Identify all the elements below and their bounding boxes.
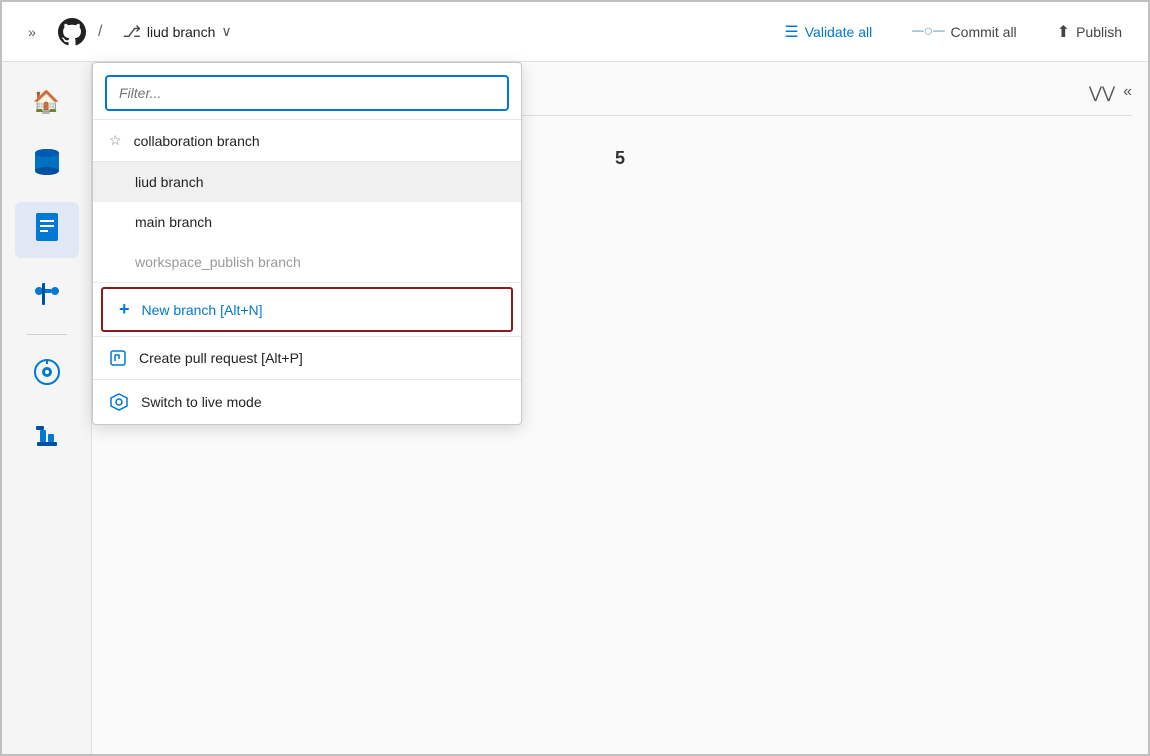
- sidebar-item-analytics[interactable]: [15, 347, 79, 403]
- branch-item-main[interactable]: main branch: [93, 202, 521, 242]
- sidebar-item-database[interactable]: [15, 138, 79, 194]
- plus-icon: +: [119, 299, 130, 320]
- publish-icon: ⬆: [1057, 22, 1070, 42]
- divider-3: [93, 282, 521, 283]
- validate-label: Validate all: [805, 24, 872, 40]
- sidebar-divider: [27, 334, 67, 335]
- database-icon: [33, 147, 61, 186]
- commit-icon: ─○─: [912, 23, 944, 41]
- path-separator: /: [98, 23, 102, 41]
- collapse-icons: ⋁⋁ «: [1089, 83, 1132, 103]
- sidebar-item-tools[interactable]: [15, 411, 79, 467]
- expand-icon: »: [28, 24, 36, 40]
- filter-input[interactable]: [105, 75, 509, 111]
- commit-label: Commit all: [951, 24, 1017, 40]
- chevron-down-icon: ∨: [221, 23, 231, 40]
- filter-wrapper: [93, 63, 521, 119]
- branch-name-label: liud branch: [147, 24, 216, 40]
- pull-request-icon: [109, 349, 127, 367]
- publish-button[interactable]: ⬆ Publish: [1047, 16, 1132, 48]
- validate-icon: ☰: [784, 22, 798, 42]
- documents-icon: [34, 212, 60, 248]
- branch-item-liud[interactable]: liud branch: [93, 162, 521, 202]
- top-bar-actions: ☰ Validate all ─○─ Commit all ⬆ Publish: [774, 16, 1132, 48]
- live-mode-item[interactable]: Switch to live mode: [93, 380, 521, 424]
- sidebar-item-pipeline[interactable]: [15, 266, 79, 322]
- analytics-icon: [33, 358, 61, 392]
- pull-request-item[interactable]: Create pull request [Alt+P]: [93, 337, 521, 379]
- sidebar-item-home[interactable]: 🏠: [15, 74, 79, 130]
- top-bar: » / ⎇ liud branch ∨ ☰ Validate all ─○─ C…: [2, 2, 1148, 62]
- branch-item-liud-label: liud branch: [135, 174, 204, 190]
- star-icon: ☆: [109, 132, 122, 149]
- branch-item-collaboration[interactable]: ☆ collaboration branch: [93, 120, 521, 161]
- live-mode-label: Switch to live mode: [141, 394, 262, 410]
- branch-icon: ⎇: [122, 22, 140, 42]
- commit-all-button[interactable]: ─○─ Commit all: [902, 17, 1026, 47]
- branch-item-workspace-publish-label: workspace_publish branch: [135, 254, 301, 270]
- collapse-single-icon[interactable]: «: [1123, 83, 1132, 103]
- sidebar-item-documents[interactable]: [15, 202, 79, 258]
- branch-item-workspace-publish[interactable]: workspace_publish branch: [93, 242, 521, 282]
- publish-label: Publish: [1076, 24, 1122, 40]
- branch-dropdown: ☆ collaboration branch liud branch main …: [92, 62, 522, 425]
- validate-all-button[interactable]: ☰ Validate all: [774, 16, 882, 48]
- app-container: » / ⎇ liud branch ∨ ☰ Validate all ─○─ C…: [0, 0, 1150, 756]
- pull-request-label: Create pull request [Alt+P]: [139, 350, 303, 366]
- count-badge: 5: [615, 148, 625, 169]
- collapse-double-icon[interactable]: ⋁⋁: [1089, 83, 1115, 103]
- live-mode-icon: [109, 392, 129, 412]
- pipeline-icon: [33, 277, 61, 311]
- github-icon: [58, 18, 86, 46]
- sidebar: 🏠: [2, 62, 92, 754]
- new-branch-item[interactable]: + New branch [Alt+N]: [101, 287, 513, 332]
- expand-sidebar-button[interactable]: »: [18, 18, 46, 46]
- tools-icon: [33, 422, 61, 456]
- main-content: 🏠: [2, 62, 1148, 754]
- home-icon: 🏠: [33, 89, 60, 115]
- new-branch-label: New branch [Alt+N]: [142, 302, 263, 318]
- branch-selector[interactable]: ⎇ liud branch ∨: [114, 18, 239, 46]
- branch-item-main-label: main branch: [135, 214, 212, 230]
- branch-item-collaboration-label: collaboration branch: [134, 133, 260, 149]
